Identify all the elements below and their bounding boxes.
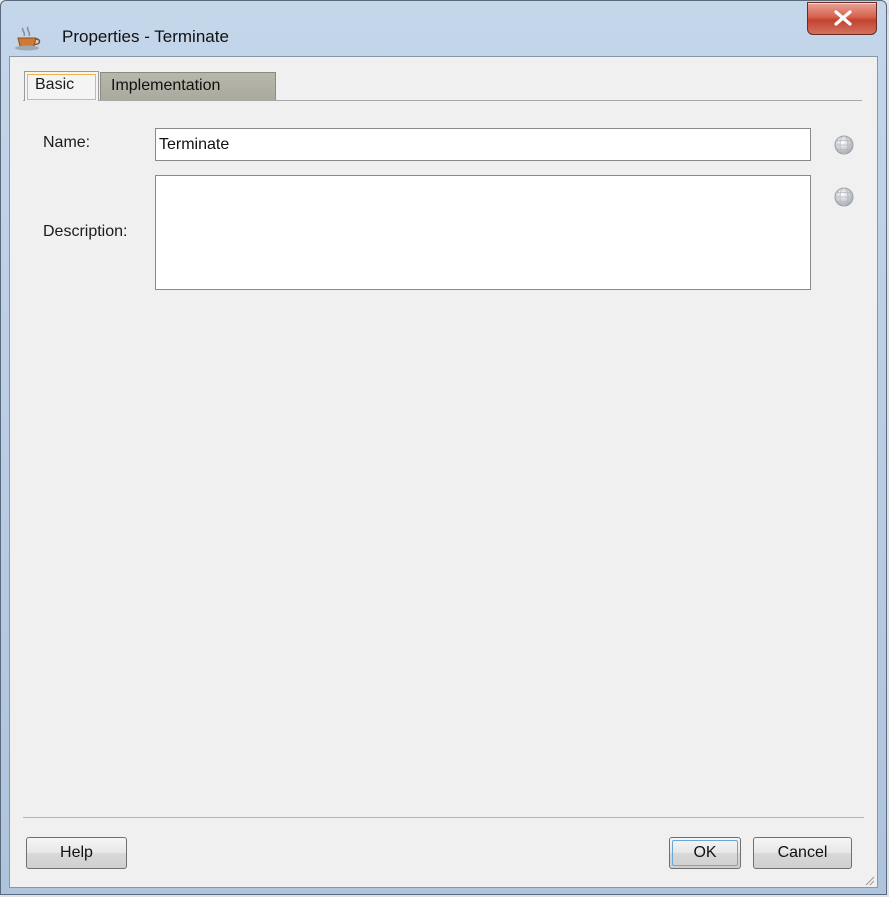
name-label: Name: — [43, 134, 91, 151]
globe-icon — [832, 187, 856, 213]
resize-grip[interactable] — [863, 873, 875, 886]
properties-dialog: Properties - Terminate Basic Implementat… — [0, 0, 887, 895]
description-field[interactable] — [155, 175, 811, 290]
name-field[interactable] — [155, 128, 811, 161]
close-button[interactable] — [807, 2, 877, 35]
basic-tab-panel: Name: Terminate Description: — [23, 100, 862, 801]
description-label: Description: — [43, 223, 128, 240]
globe-icon — [832, 135, 856, 161]
coffee-cup-icon — [13, 26, 47, 52]
ok-button[interactable]: OK — [669, 837, 741, 869]
description-translate-button[interactable] — [832, 185, 856, 209]
window-title: Properties - Terminate — [62, 27, 229, 46]
button-bar-separator — [23, 817, 864, 818]
name-translate-button[interactable] — [832, 133, 856, 157]
tab-basic[interactable]: Basic — [24, 71, 99, 101]
help-button[interactable]: Help — [26, 837, 127, 869]
tab-implementation[interactable]: Implementation — [100, 72, 276, 101]
dialog-client-area: Basic Implementation Name: Terminate Des… — [9, 56, 878, 888]
cancel-button[interactable]: Cancel — [753, 837, 852, 869]
